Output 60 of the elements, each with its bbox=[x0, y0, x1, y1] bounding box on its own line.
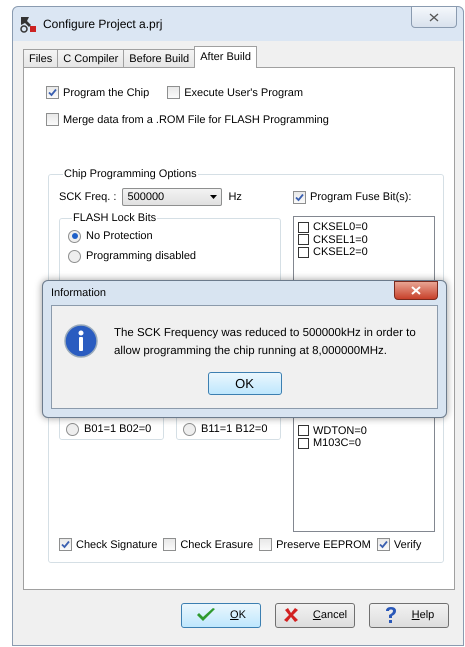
field-label: SCK Freq. : bbox=[59, 191, 116, 203]
fuse-bit-label: CKSEL1=0 bbox=[313, 234, 368, 246]
help-icon bbox=[384, 606, 398, 624]
radio-label: B01=1 B02=0 bbox=[84, 423, 152, 435]
window-title: Configure Project a.prj bbox=[43, 17, 162, 31]
radio-label: B11=1 B12=0 bbox=[201, 423, 268, 435]
group-title: Chip Programming Options bbox=[63, 168, 198, 180]
dialog-title: Information bbox=[51, 287, 106, 299]
checkbox[interactable] bbox=[293, 190, 306, 204]
checkbox[interactable] bbox=[298, 234, 309, 246]
checkbox-label: Check Signature bbox=[76, 538, 158, 550]
group-title: FLASH Lock Bits bbox=[72, 212, 158, 224]
checkbox[interactable] bbox=[259, 538, 272, 551]
close-button[interactable] bbox=[394, 280, 438, 300]
dialog-button[interactable]: Help bbox=[369, 602, 449, 628]
checkbox[interactable] bbox=[59, 538, 72, 551]
checkbox-label: Preserve EEPROM bbox=[276, 538, 371, 550]
tab[interactable]: Files bbox=[23, 49, 58, 68]
checkmark-icon bbox=[196, 607, 216, 623]
close-icon bbox=[282, 607, 299, 623]
radio-button[interactable] bbox=[68, 230, 81, 242]
radio-label: No Protection bbox=[86, 230, 153, 242]
checkbox[interactable] bbox=[298, 425, 309, 436]
checkbox[interactable] bbox=[298, 438, 309, 449]
unit-label: Hz bbox=[228, 191, 242, 203]
close-icon bbox=[411, 286, 421, 294]
radio-button[interactable] bbox=[68, 250, 81, 262]
radio-label: Programming disabled bbox=[86, 250, 196, 262]
radio-button[interactable] bbox=[183, 422, 196, 436]
checkbox-label: Execute User's Program bbox=[184, 86, 304, 98]
fuse-bit-label: WDTON=0 bbox=[313, 424, 367, 437]
checkbox[interactable] bbox=[163, 538, 176, 551]
info-icon bbox=[64, 324, 98, 358]
checkbox[interactable] bbox=[298, 222, 309, 233]
ok-button[interactable]: OK bbox=[208, 372, 282, 395]
checkbox[interactable] bbox=[298, 246, 309, 258]
fuse-bit-label: M103C=0 bbox=[313, 437, 362, 450]
fuse-bit-label: CKSEL0=0 bbox=[313, 221, 368, 234]
close-icon bbox=[429, 12, 439, 22]
checkbox[interactable] bbox=[376, 538, 390, 551]
close-button[interactable] bbox=[411, 6, 457, 28]
tab[interactable]: C Compiler bbox=[57, 49, 124, 68]
tab[interactable]: Before Build bbox=[123, 49, 196, 68]
dropdown-arrow-icon bbox=[210, 195, 218, 199]
checkbox-label: Verify bbox=[394, 538, 422, 550]
checkbox-label: Check Erasure bbox=[180, 538, 254, 550]
checkbox[interactable] bbox=[167, 86, 180, 99]
message-text: The SCK Frequency was reduced to 500000kHz in order to allow programming the chip running at 8,000000MHz. bbox=[114, 326, 417, 359]
checkbox-label: Program Fuse Bit(s): bbox=[310, 191, 412, 203]
radio-button[interactable] bbox=[66, 422, 79, 436]
app-icon bbox=[19, 15, 37, 33]
checkbox-label: Merge data from a .ROM File for FLASH Programming bbox=[63, 114, 329, 126]
fuse-bit-label: CKSEL2=0 bbox=[313, 246, 368, 258]
checkbox-label: Program the Chip bbox=[63, 86, 150, 98]
checkbox[interactable] bbox=[46, 86, 59, 99]
dialog-button[interactable]: Cancel bbox=[275, 602, 355, 628]
tab[interactable]: After Build bbox=[194, 46, 257, 68]
frequency-dropdown[interactable]: 500000 bbox=[122, 188, 222, 206]
dialog-button[interactable]: OK bbox=[181, 602, 261, 628]
checkbox[interactable] bbox=[46, 113, 59, 126]
